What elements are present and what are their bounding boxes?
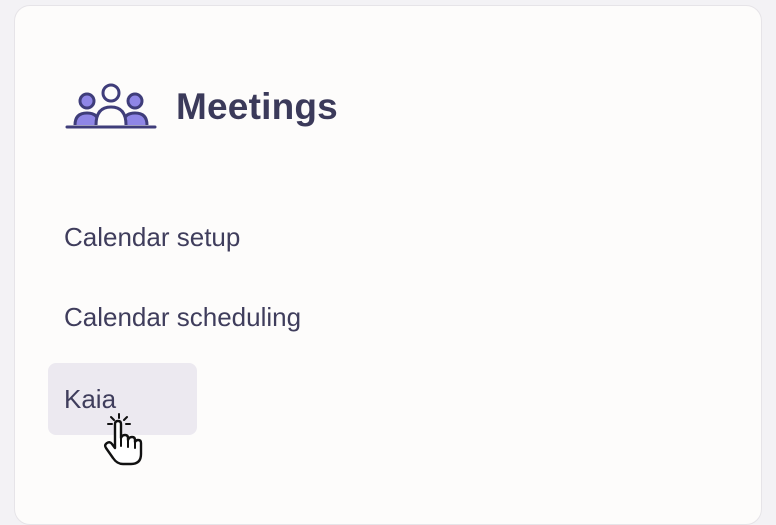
hand-pointer-icon xyxy=(104,413,143,466)
people-group-icon xyxy=(65,83,157,129)
nav-item-calendar-setup[interactable]: Calendar setup xyxy=(48,201,256,273)
nav-item-calendar-scheduling[interactable]: Calendar scheduling xyxy=(48,281,317,353)
section-header: Meetings xyxy=(65,78,338,136)
page-title: Meetings xyxy=(176,86,338,127)
